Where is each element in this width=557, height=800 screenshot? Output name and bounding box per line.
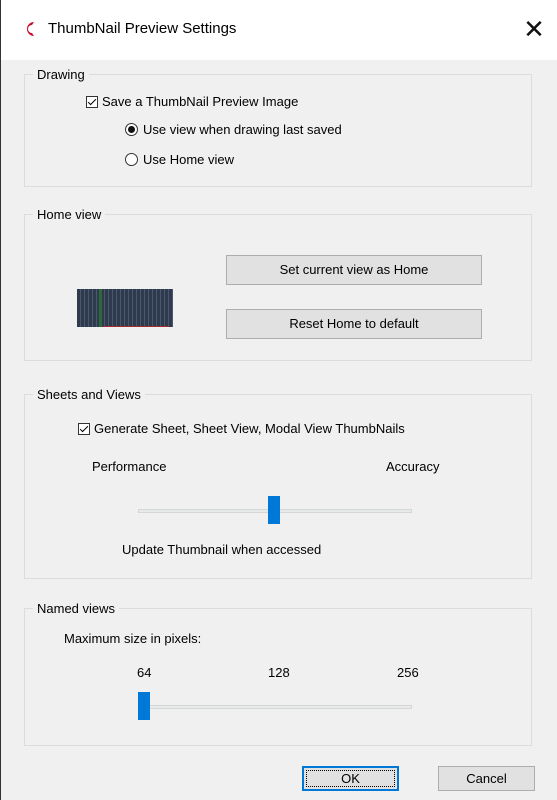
- save-preview-checkbox-row[interactable]: Save a ThumbNail Preview Image: [86, 94, 298, 109]
- radio-home-view-label: Use Home view: [143, 152, 235, 167]
- accuracy-label: Accuracy: [386, 459, 440, 474]
- drawing-group-label: Drawing: [33, 67, 89, 83]
- reset-home-button[interactable]: Reset Home to default: [226, 309, 482, 339]
- ok-button-label: OK: [341, 771, 360, 786]
- performance-label: Performance: [92, 459, 167, 474]
- drawing-group: Drawing Save a ThumbNail Preview Image U…: [24, 67, 532, 187]
- radio-home-view-row[interactable]: Use Home view: [125, 152, 234, 167]
- max-size-slider-track[interactable]: [138, 705, 412, 709]
- radio-last-saved-label: Use view when drawing last saved: [143, 122, 342, 137]
- close-icon: ✕: [523, 14, 545, 44]
- named-views-group: Named views Maximum size in pixels: 64 1…: [24, 601, 532, 746]
- home-view-group: Home view Set current view as Home Reset…: [24, 207, 532, 361]
- save-preview-checkbox[interactable]: [86, 95, 98, 108]
- close-button[interactable]: ✕: [517, 12, 551, 46]
- sheets-views-group-label: Sheets and Views: [33, 387, 145, 403]
- radio-last-saved-row[interactable]: Use view when drawing last saved: [125, 122, 342, 137]
- generate-thumbnails-checkbox-row[interactable]: Generate Sheet, Sheet View, Modal View T…: [78, 421, 405, 436]
- ok-button[interactable]: OK: [302, 766, 399, 791]
- tick-256: 256: [397, 665, 419, 680]
- update-thumbnail-caption: Update Thumbnail when accessed: [122, 542, 322, 557]
- set-home-button-label: Set current view as Home: [279, 262, 429, 277]
- generate-thumbnails-checkbox[interactable]: [78, 422, 90, 435]
- app-c-logo-icon: [27, 22, 34, 36]
- named-views-group-label: Named views: [33, 601, 120, 617]
- cancel-button[interactable]: Cancel: [438, 766, 535, 791]
- window-border: [0, 0, 1, 800]
- quality-slider-thumb[interactable]: [268, 496, 280, 524]
- home-view-preview-image: [77, 289, 173, 327]
- max-size-label: Maximum size in pixels:: [64, 631, 202, 646]
- cancel-button-label: Cancel: [466, 771, 507, 786]
- save-preview-label: Save a ThumbNail Preview Image: [102, 94, 299, 109]
- title-bar: ThumbNail Preview Settings ✕: [1, 0, 557, 60]
- max-size-slider-thumb[interactable]: [138, 692, 150, 720]
- tick-128: 128: [268, 665, 290, 680]
- radio-home-view[interactable]: [125, 153, 138, 166]
- sheets-views-group: Sheets and Views Generate Sheet, Sheet V…: [24, 387, 532, 579]
- tick-64: 64: [137, 665, 152, 680]
- set-home-button[interactable]: Set current view as Home: [226, 255, 482, 285]
- window-title: ThumbNail Preview Settings: [48, 20, 237, 37]
- home-view-group-label: Home view: [33, 207, 106, 223]
- radio-last-saved[interactable]: [125, 123, 138, 136]
- reset-home-button-label: Reset Home to default: [289, 316, 419, 331]
- generate-thumbnails-label: Generate Sheet, Sheet View, Modal View T…: [94, 421, 405, 436]
